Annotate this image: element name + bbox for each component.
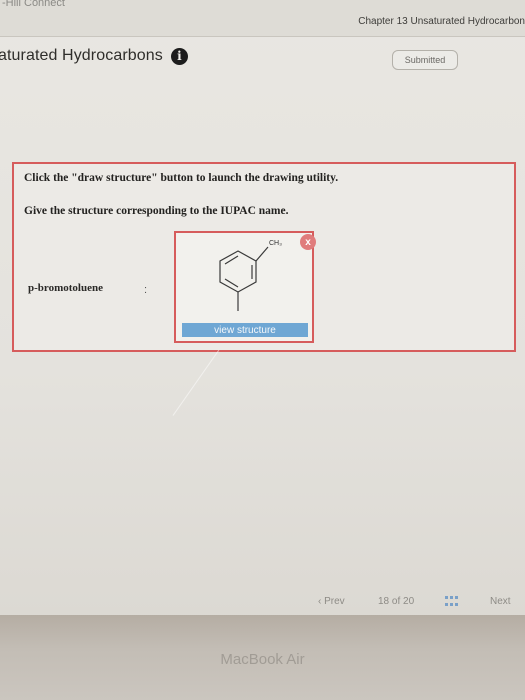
name-separator: :: [144, 284, 148, 296]
browser-screen: -Hill Connect Chapter 13 Unsaturated Hyd…: [0, 0, 525, 615]
top-bar: -Hill Connect Chapter 13 Unsaturated Hyd…: [0, 0, 525, 37]
title-row: aturated Hydrocarbons i: [0, 44, 188, 68]
close-icon[interactable]: x: [300, 234, 316, 250]
iupac-name: p-bromotoluene: [28, 282, 103, 294]
brand-name[interactable]: -Hill Connect: [2, 0, 65, 9]
pager: ‹ Prev 18 of 20 Next: [0, 590, 525, 610]
question-panel: Click the "draw structure" button to lau…: [12, 162, 516, 352]
benzene-ring: [219, 250, 257, 293]
chapter-title: Chapter 13 Unsaturated Hydrocarbon: [358, 16, 525, 27]
methyl-label: CH₃: [269, 240, 282, 247]
prev-button[interactable]: ‹ Prev: [318, 596, 345, 607]
grid-icon[interactable]: [445, 596, 459, 608]
status-badge: Submitted: [392, 50, 458, 70]
page-title: aturated Hydrocarbons: [0, 47, 163, 64]
view-structure-button[interactable]: view structure: [182, 323, 308, 337]
instruction-iupac: Give the structure corresponding to the …: [24, 205, 289, 217]
instruction-draw: Click the "draw structure" button to lau…: [24, 172, 339, 184]
laptop-bezel: MacBook Air: [0, 615, 525, 700]
methyl-bond: [255, 246, 269, 262]
info-icon[interactable]: i: [170, 47, 188, 65]
bezel-label: MacBook Air: [220, 651, 305, 668]
next-button[interactable]: Next: [490, 596, 511, 607]
page-indicator[interactable]: 18 of 20: [378, 596, 414, 607]
screen-glare: [172, 349, 269, 451]
